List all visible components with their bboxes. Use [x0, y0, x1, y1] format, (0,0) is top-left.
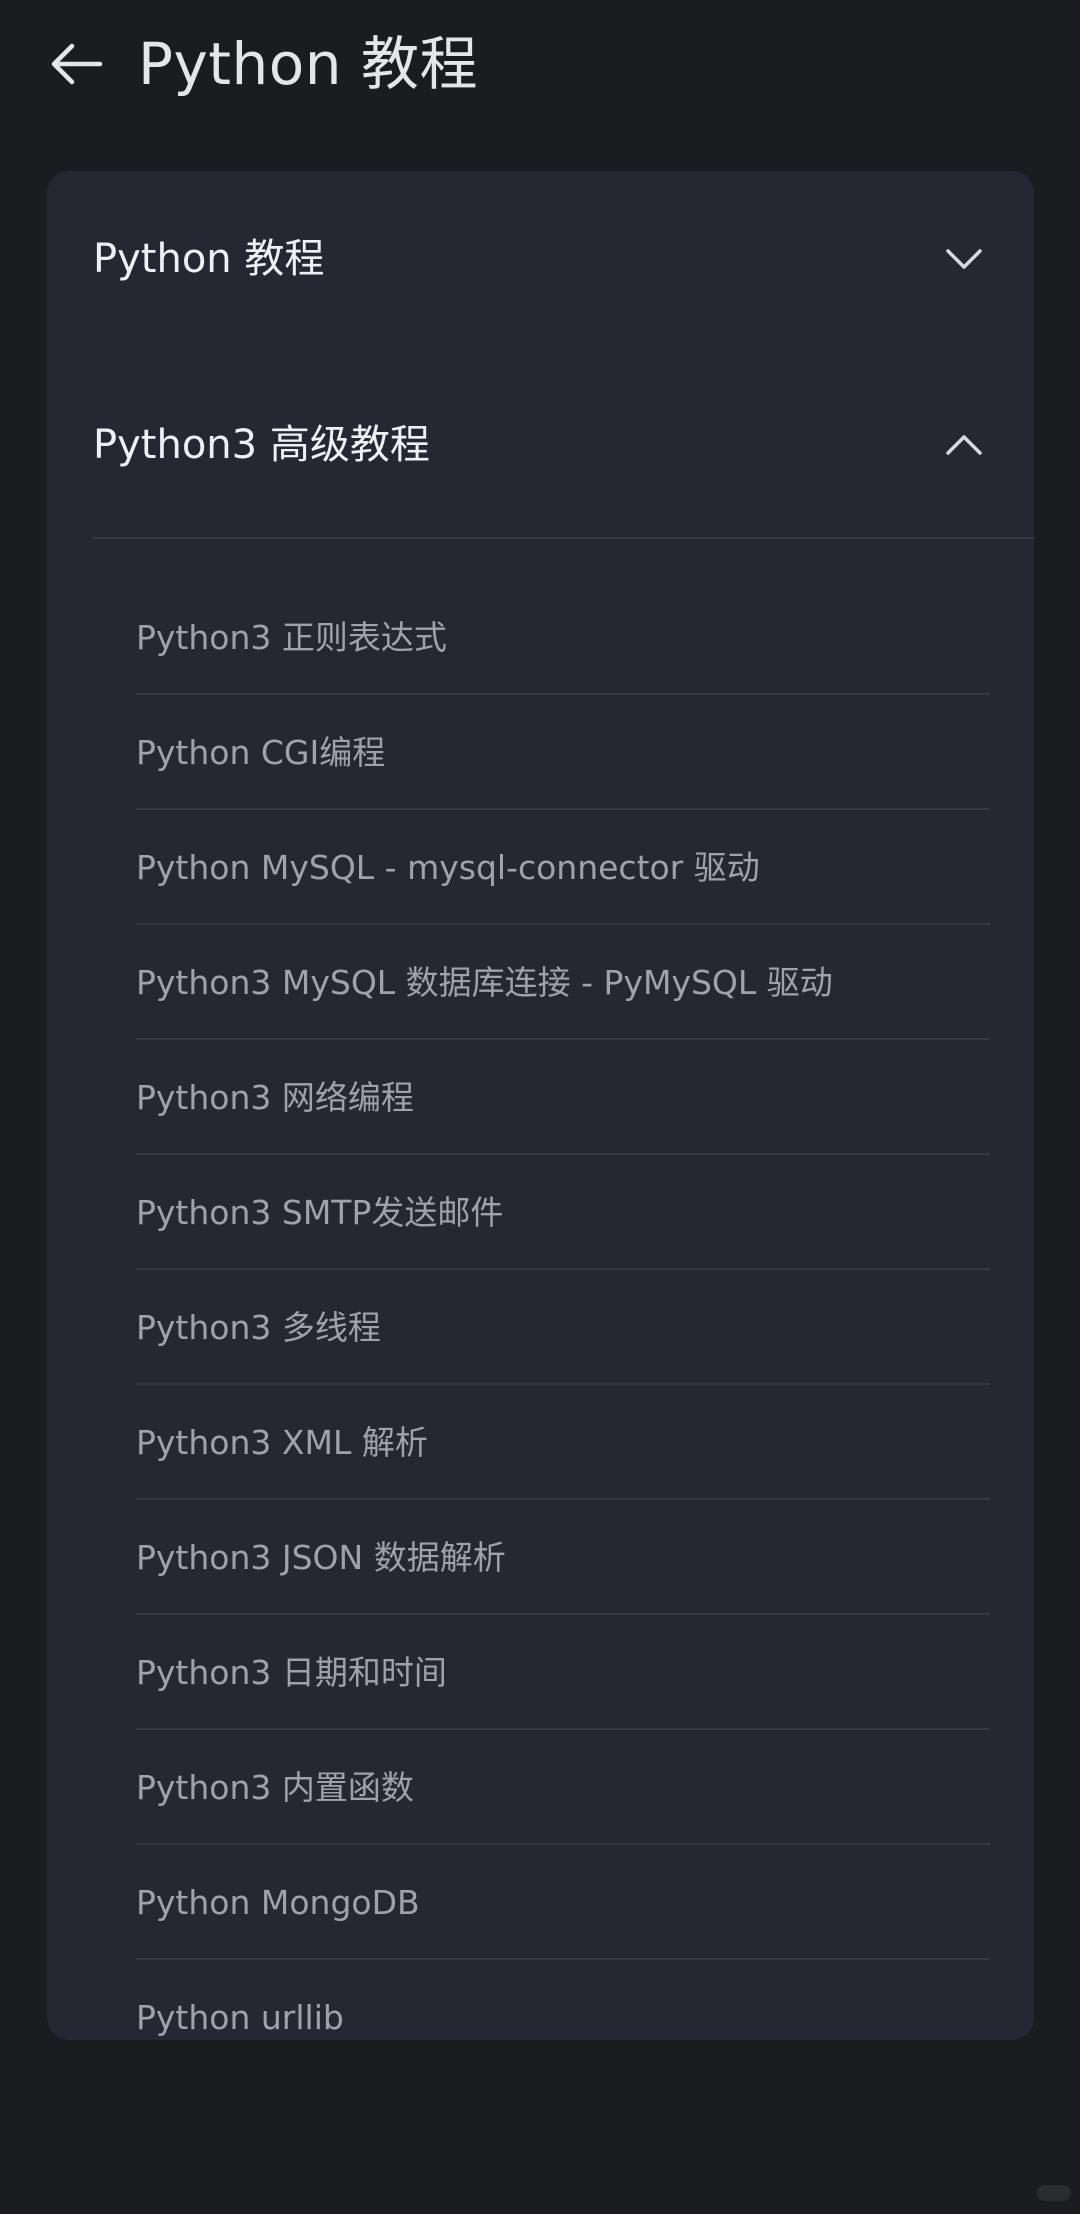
- list-item-label: Python MongoDB: [136, 1883, 420, 1922]
- watermark: [1037, 2185, 1071, 2201]
- list-item-label: Python MySQL - mysql-connector 驱动: [136, 848, 760, 887]
- list-item-label: Python3 内置函数: [136, 1768, 414, 1807]
- app-bar: Python 教程: [0, 0, 1080, 130]
- advanced-tutorial-list: Python3 正则表达式 Python CGI编程 Python MySQL …: [136, 580, 990, 2040]
- chevron-down-icon: [946, 249, 982, 269]
- list-item-builtins[interactable]: Python3 内置函数: [136, 1730, 990, 1845]
- list-item-mysql-connector[interactable]: Python MySQL - mysql-connector 驱动: [136, 810, 990, 925]
- section-python-tutorial[interactable]: Python 教程: [47, 199, 1034, 319]
- list-item-cgi[interactable]: Python CGI编程: [136, 695, 990, 810]
- back-button[interactable]: [40, 28, 112, 100]
- list-item-label: Python3 网络编程: [136, 1078, 414, 1117]
- list-item-pymysql[interactable]: Python3 MySQL 数据库连接 - PyMySQL 驱动: [136, 925, 990, 1040]
- section-python3-advanced-tutorial[interactable]: Python3 高级教程: [47, 385, 1034, 505]
- section-divider: [93, 537, 1034, 539]
- arrow-left-icon: [51, 43, 103, 85]
- list-item-datetime[interactable]: Python3 日期和时间: [136, 1615, 990, 1730]
- tutorial-catalog-card: Python 教程 Python3 高级教程 Python3 正则表达式 Pyt…: [47, 171, 1034, 2040]
- list-item-label: Python3 JSON 数据解析: [136, 1538, 506, 1577]
- section-label: Python3 高级教程: [93, 422, 430, 468]
- list-item-label: Python3 SMTP发送邮件: [136, 1193, 504, 1232]
- list-item-smtp[interactable]: Python3 SMTP发送邮件: [136, 1155, 990, 1270]
- list-item-label: Python urllib: [136, 1998, 344, 2037]
- list-item-label: Python3 XML 解析: [136, 1423, 428, 1462]
- list-item-json[interactable]: Python3 JSON 数据解析: [136, 1500, 990, 1615]
- chevron-up-icon: [946, 435, 982, 455]
- list-item-label: Python3 MySQL 数据库连接 - PyMySQL 驱动: [136, 963, 833, 1002]
- list-item-regex[interactable]: Python3 正则表达式: [136, 580, 990, 695]
- list-item-threading[interactable]: Python3 多线程: [136, 1270, 990, 1385]
- list-item-network[interactable]: Python3 网络编程: [136, 1040, 990, 1155]
- list-item-urllib[interactable]: Python urllib: [136, 1960, 990, 2040]
- list-item-label: Python CGI编程: [136, 733, 386, 772]
- page-title: Python 教程: [138, 30, 478, 98]
- list-item-label: Python3 正则表达式: [136, 618, 447, 657]
- list-item-label: Python3 多线程: [136, 1308, 381, 1347]
- section-label: Python 教程: [93, 236, 325, 282]
- list-item-label: Python3 日期和时间: [136, 1653, 447, 1692]
- list-item-xml[interactable]: Python3 XML 解析: [136, 1385, 990, 1500]
- list-item-mongodb[interactable]: Python MongoDB: [136, 1845, 990, 1960]
